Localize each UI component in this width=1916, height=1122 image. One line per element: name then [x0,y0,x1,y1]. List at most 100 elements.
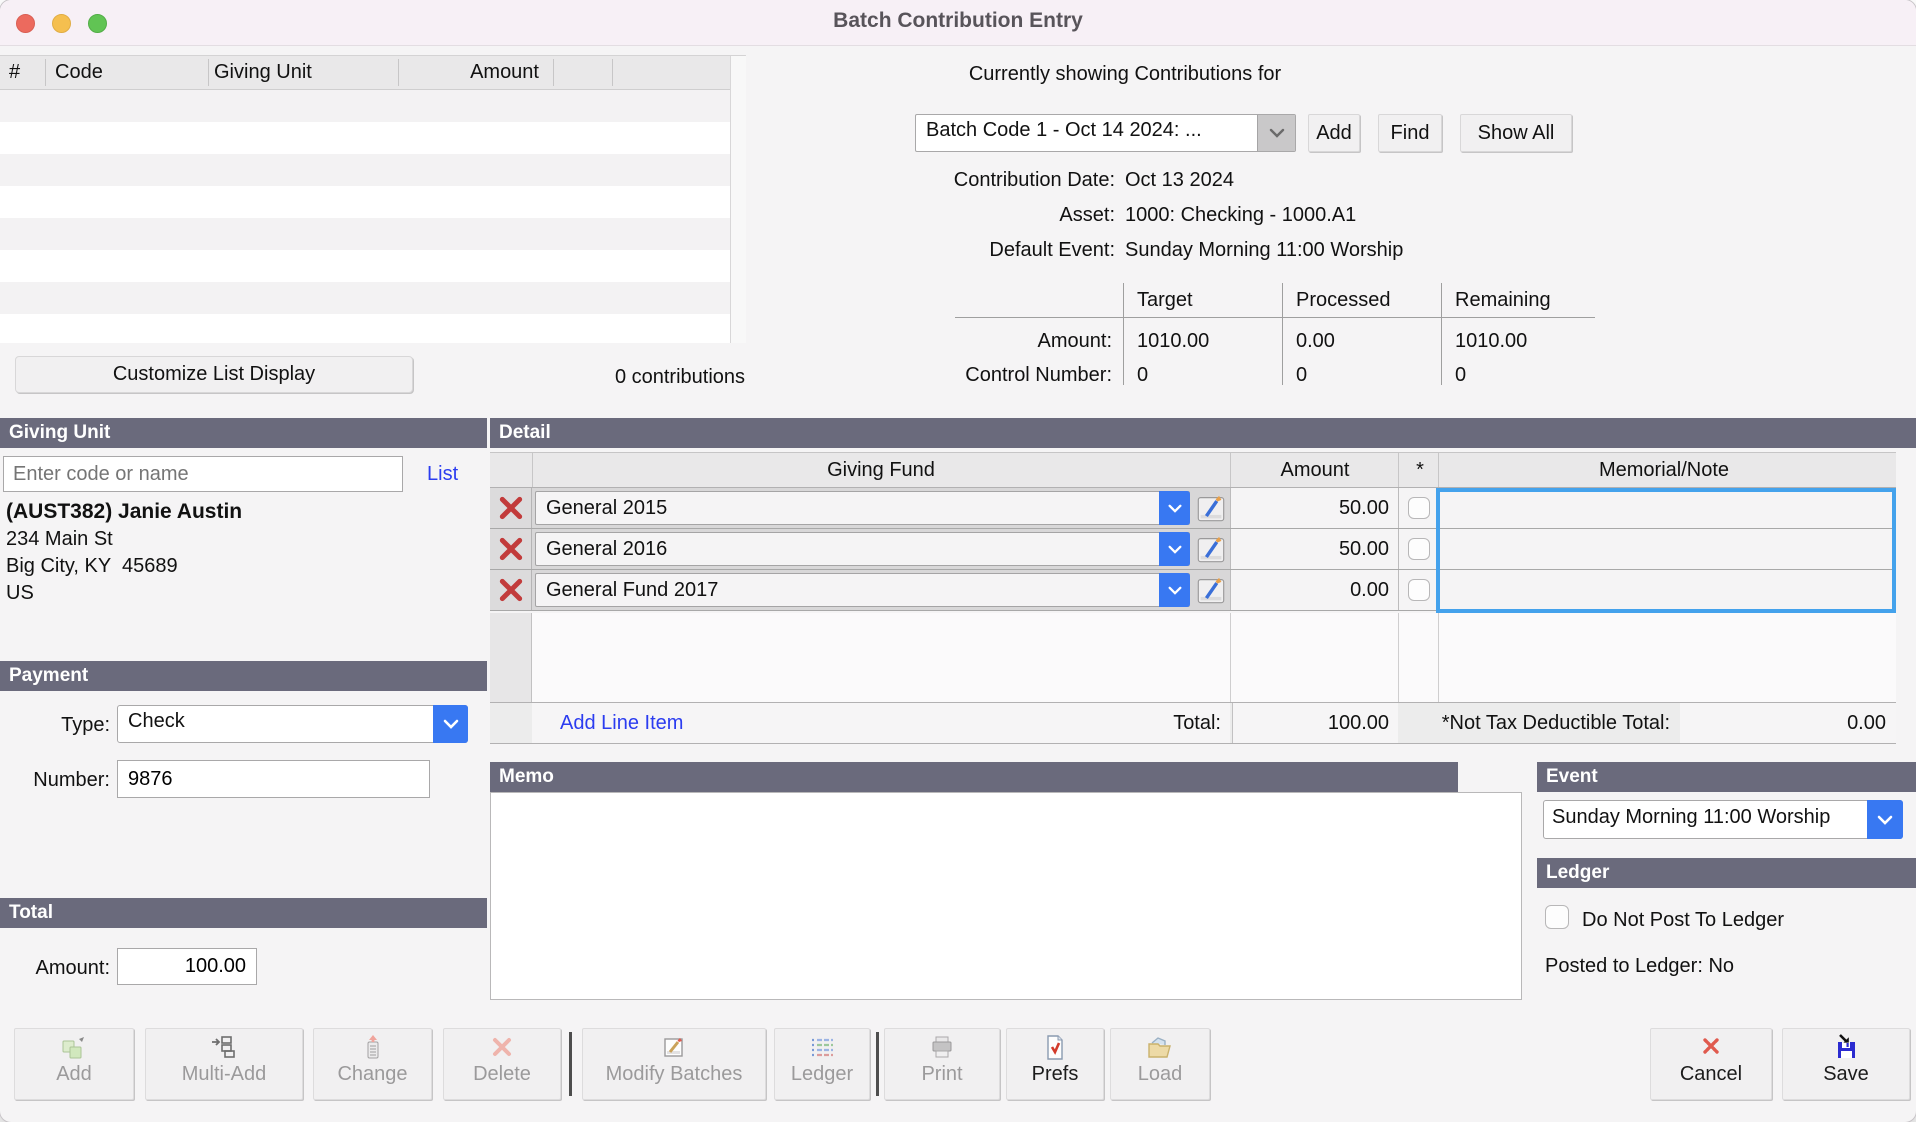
detail-footer: Add Line Item Total: 100.00 *Not Tax Ded… [490,702,1896,744]
detail-header: Detail [490,418,1916,448]
line-amount[interactable]: 50.00 [1231,488,1398,528]
giving-unit-search-input[interactable] [3,456,403,492]
summary-header-rule [955,317,1595,318]
not-tax-deductible-value: 0.00 [1680,703,1896,743]
summary-amount-processed: 0.00 [1296,327,1335,355]
do-not-post-label: Do Not Post To Ledger [1582,906,1784,934]
detail-col-amount: Amount [1232,453,1398,487]
add-icon [60,1034,88,1061]
detail-row-2: General 2016 50.00 [490,529,1896,570]
delete-button[interactable]: Delete [443,1028,561,1100]
column-divider [45,59,46,86]
giving-unit-name: (AUST382) Janie Austin [6,498,242,526]
giving-fund-select[interactable]: General 2015 [535,491,1190,525]
summary-amount-target: 1010.00 [1137,327,1209,355]
detail-row-3: General Fund 2017 0.00 [490,570,1896,611]
edit-fund-button[interactable] [1196,534,1226,569]
event-header: Event [1537,762,1916,792]
summary-amount-remaining: 1010.00 [1455,327,1527,355]
delete-line-button[interactable] [490,529,532,569]
cancel-x-icon [1697,1034,1725,1061]
column-header-giving-unit[interactable]: Giving Unit [214,56,312,89]
batch-add-button[interactable]: Add [1308,114,1360,152]
column-divider [208,59,209,86]
summary-divider [1282,283,1283,385]
edit-fund-button[interactable] [1196,575,1226,610]
not-tax-deductible-checkbox[interactable] [1408,538,1430,560]
posted-to-ledger-text: Posted to Ledger: No [1545,952,1734,980]
event-select-value: Sunday Morning 11:00 Worship [1552,806,1864,829]
add-line-item-link[interactable]: Add Line Item [560,703,683,743]
column-header-code[interactable]: Code [55,56,103,89]
memorial-note-field[interactable] [1440,529,1896,569]
save-button[interactable]: Save [1782,1028,1910,1100]
payment-number-label: Number: [0,766,110,794]
detail-col-star: * [1402,453,1438,487]
giving-fund-select[interactable]: General 2016 [535,532,1190,566]
giving-unit-list-link[interactable]: List [427,460,458,488]
memorial-note-field[interactable] [1440,488,1896,528]
total-amount-input[interactable] [117,948,257,985]
column-header-amount[interactable]: Amount [398,56,539,89]
memorial-note-field[interactable] [1440,570,1896,610]
ledger-button[interactable]: Ledger [774,1028,870,1100]
empty-row [0,154,730,186]
not-tax-deductible-checkbox[interactable] [1408,497,1430,519]
print-button[interactable]: Print [884,1028,1000,1100]
save-floppy-icon [1832,1034,1860,1061]
memo-textarea[interactable] [490,792,1522,1000]
printer-icon [928,1034,956,1061]
change-button[interactable]: Change [313,1028,432,1100]
not-tax-deductible-checkbox[interactable] [1408,579,1430,601]
line-amount[interactable]: 50.00 [1231,529,1398,569]
giving-unit-address-2: Big City, KY 45689 [6,552,178,580]
detail-table-header: Giving Fund Amount * Memorial/Note [490,452,1896,488]
column-divider [1230,453,1231,487]
empty-row [0,282,730,314]
payment-type-value: Check [128,710,185,733]
prefs-button[interactable]: Prefs [1006,1028,1104,1100]
summary-control-target: 0 [1137,361,1148,389]
batch-select-value: Batch Code 1 - Oct 14 2024: ... [926,119,1256,142]
delete-line-button[interactable] [490,488,532,528]
add-button[interactable]: Add [14,1028,134,1100]
batch-show-all-button[interactable]: Show All [1460,114,1572,152]
empty-row [0,314,730,343]
line-amount[interactable]: 0.00 [1231,570,1398,610]
do-not-post-checkbox[interactable] [1545,905,1569,929]
batch-find-button[interactable]: Find [1378,114,1442,152]
column-divider [1438,453,1439,487]
detail-col-giving-fund: Giving Fund [534,453,1228,487]
giving-unit-address-1: 234 Main St [6,525,113,553]
modify-batches-button[interactable]: Modify Batches [582,1028,766,1100]
toolbar-separator [569,1032,572,1096]
multi-add-button[interactable]: Multi-Add [145,1028,303,1100]
delete-x-icon [488,1034,516,1061]
detail-total-value: 100.00 [1232,703,1398,743]
detail-col-memorial: Memorial/Note [1442,453,1886,487]
payment-number-input[interactable] [117,760,430,798]
summary-control-remaining: 0 [1455,361,1466,389]
load-folder-icon [1146,1034,1174,1061]
chevron-down-icon [1159,573,1190,607]
summary-divider [1441,283,1442,385]
chevron-down-icon [1159,491,1190,525]
payment-type-select[interactable]: Check [117,705,468,743]
delete-line-button[interactable] [490,570,532,610]
batch-select[interactable]: Batch Code 1 - Oct 14 2024: ... [915,114,1296,152]
cancel-button[interactable]: Cancel [1650,1028,1772,1100]
giving-fund-select[interactable]: General Fund 2017 [535,573,1190,607]
ledger-icon [808,1034,836,1061]
event-select[interactable]: Sunday Morning 11:00 Worship [1543,800,1903,839]
summary-amount-label: Amount: [812,327,1112,355]
contribution-date-value: Oct 13 2024 [1125,166,1234,194]
pencil-edit-icon [1196,534,1226,564]
summary-divider [1123,283,1124,385]
column-header-number[interactable]: # [9,56,20,89]
ledger-header: Ledger [1537,858,1916,888]
table-scrollbar[interactable] [730,56,746,343]
red-x-icon [498,495,524,521]
edit-fund-button[interactable] [1196,493,1226,528]
load-button[interactable]: Load [1110,1028,1210,1100]
customize-list-display-button[interactable]: Customize List Display [15,356,413,393]
